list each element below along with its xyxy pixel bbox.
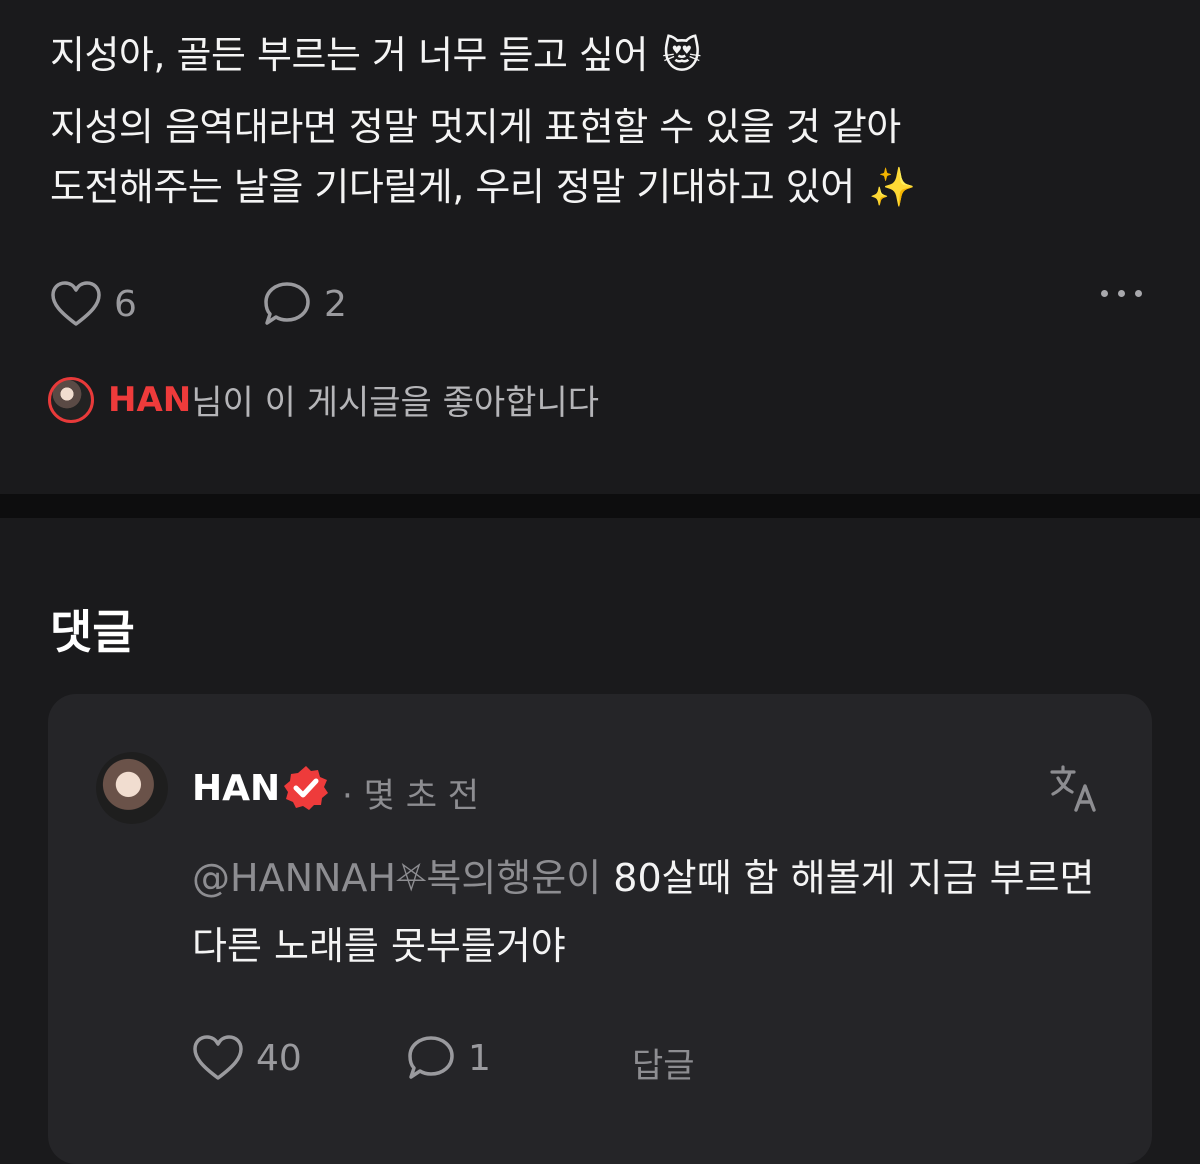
heart-eyes-cat-emoji: 😻 (661, 33, 702, 77)
comment-card: HAN · 몇 초 전 @HANNAH⛧복의행운이 80살때 함 해볼게 지금 … (48, 694, 1152, 1164)
liked-by-text: 님이 이 게시글을 좋아합니다 (191, 383, 600, 423)
post-text-3: 도전해주는 날을 기다릴게, 우리 정말 기대하고 있어 (50, 165, 855, 209)
post-text-1: 지성아, 골든 부르는 거 너무 듣고 싶어 (50, 33, 648, 77)
comment-reply-count-button[interactable]: 1 (406, 1034, 491, 1082)
speech-bubble-icon (264, 282, 310, 325)
comment-reply-count: 1 (468, 1037, 491, 1079)
sparkles-emoji: ✨ (868, 165, 916, 209)
speech-bubble-icon (408, 1036, 454, 1079)
post-text-2: 지성의 음역대라면 정말 멋지게 표현할 수 있을 것 같아 (50, 105, 901, 149)
liked-by-name: HAN (108, 379, 192, 420)
comment-author[interactable]: HAN (192, 768, 280, 809)
comment-like-button[interactable]: 40 (192, 1034, 302, 1082)
verified-badge-icon (284, 766, 328, 810)
mention-link[interactable]: @HANNAH⛧복의행운이 (192, 856, 601, 900)
post-line-2: 지성의 음역대라면 정말 멋지게 표현할 수 있을 것 같아 (50, 102, 901, 152)
translate-icon[interactable] (1048, 764, 1100, 814)
comment-button[interactable]: 2 (262, 280, 347, 328)
like-button[interactable]: 6 (50, 280, 137, 328)
post-line-1: 지성아, 골든 부르는 거 너무 듣고 싶어 😻 (50, 30, 702, 80)
comment-count: 2 (324, 283, 347, 325)
like-count: 6 (114, 283, 137, 325)
post-actions: 6 2 (50, 280, 1150, 330)
comment-time: · 몇 초 전 (342, 776, 480, 816)
avatar (48, 376, 94, 423)
more-dots-icon[interactable] (1101, 290, 1142, 297)
comment-text: @HANNAH⛧복의행운이 80살때 함 해볼게 지금 부르면 다른 노래를 못… (192, 844, 1112, 980)
heart-icon (51, 281, 101, 326)
liked-by-row[interactable]: HAN 님이 이 게시글을 좋아합니다 (48, 375, 599, 424)
heart-icon (193, 1035, 243, 1080)
comment-like-count: 40 (256, 1037, 302, 1079)
comments-title: 댓글 (50, 605, 135, 659)
comment-actions: 40 1 답글 (192, 1034, 1092, 1087)
post: 지성아, 골든 부르는 거 너무 듣고 싶어 😻 지성의 음역대라면 정말 멋지게… (0, 0, 1200, 494)
avatar[interactable] (96, 752, 168, 824)
section-divider (0, 494, 1200, 518)
post-line-3: 도전해주는 날을 기다릴게, 우리 정말 기대하고 있어 ✨ (50, 162, 916, 212)
reply-button[interactable]: 답글 (632, 1038, 695, 1087)
